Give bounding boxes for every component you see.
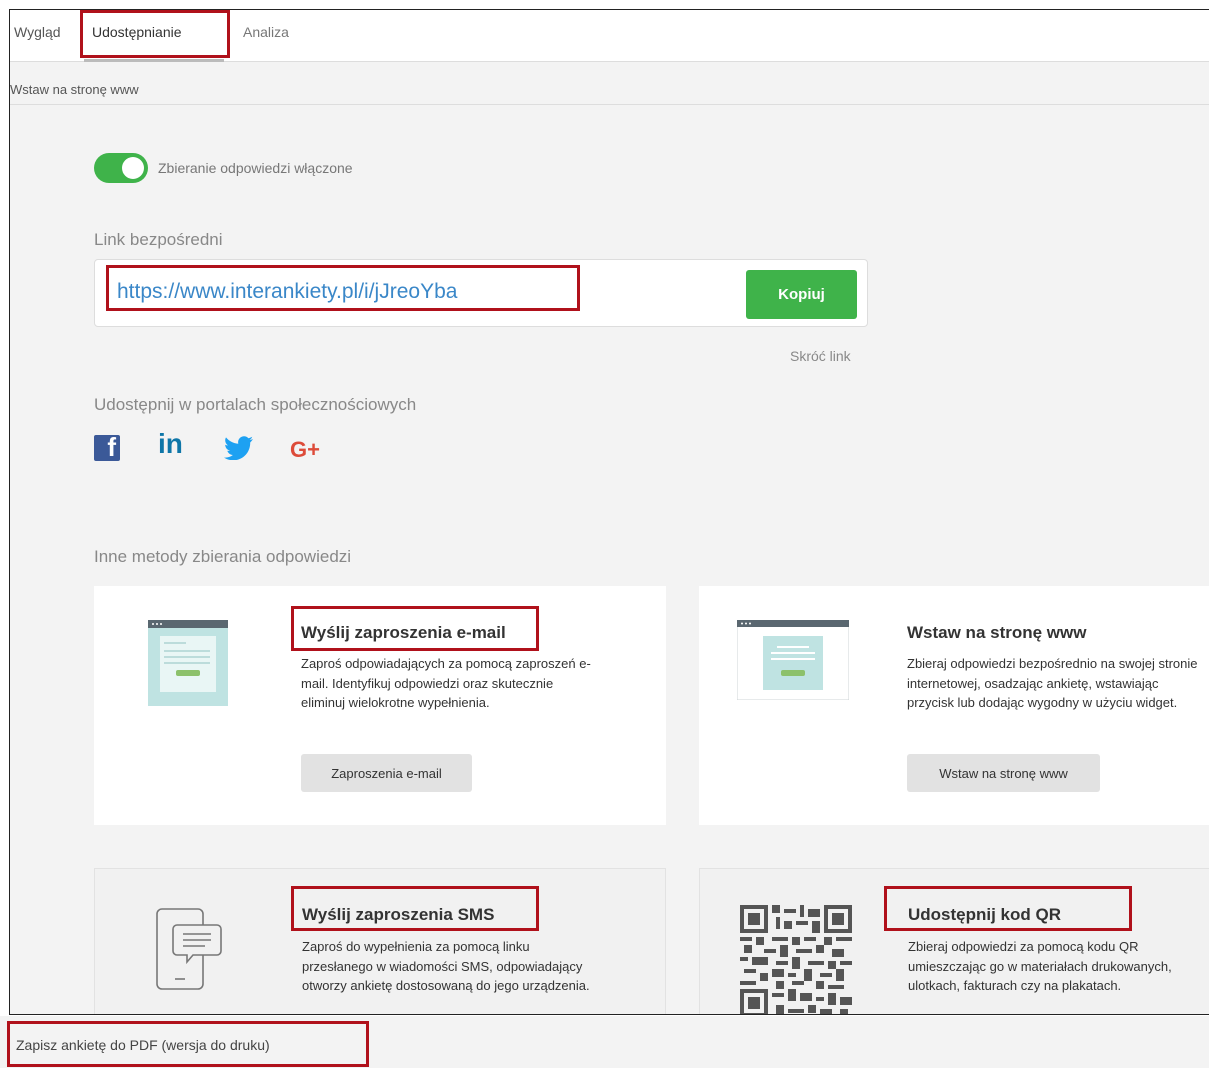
email-card-description: Zaproś odpowiadających za pomocą zaprosz… xyxy=(301,656,591,710)
email-card-title: Wyślij zaproszenia e-mail xyxy=(301,623,506,642)
direct-link-heading: Link bezpośredni xyxy=(94,230,223,249)
other-methods-heading: Inne metody zbierania odpowiedzi xyxy=(94,547,352,566)
tab-analiza[interactable]: Analiza xyxy=(243,24,289,40)
qr-card-description: Zbieraj odpowiedzi za pomocą kodu QR umi… xyxy=(908,939,1172,993)
toggle-knob xyxy=(122,157,144,179)
facebook-icon[interactable]: f xyxy=(94,432,120,462)
survey-url[interactable]: https://www.interankiety.pl/i/jJreoYba xyxy=(117,280,457,304)
sms-card-title: Wyślij zaproszenia SMS xyxy=(302,905,495,924)
twitter-icon[interactable] xyxy=(224,436,254,460)
sms-invitations-card: Wyślij zaproszenia SMS Zaproś do wypełni… xyxy=(94,868,666,1014)
copy-button[interactable]: Kopiuj xyxy=(746,270,857,319)
collect-responses-toggle[interactable] xyxy=(94,153,148,183)
sms-card-description: Zaproś do wypełnienia za pomocą linku pr… xyxy=(302,939,590,993)
email-invitations-button[interactable]: Zaproszenia e-mail xyxy=(301,754,472,792)
qr-card-title: Udostępnij kod QR xyxy=(908,905,1061,924)
embed-website-button[interactable]: Wstaw na stronę www xyxy=(907,754,1100,792)
social-heading: Udostępnij w portalach społecznościowych xyxy=(94,395,417,414)
embed-card-title: Wstaw na stronę www xyxy=(907,623,1087,642)
facebook-glyph: f xyxy=(107,432,116,462)
embed-card-description: Zbieraj odpowiedzi bezpośrednio na swoje… xyxy=(907,656,1198,710)
tab-udostepnianie[interactable]: Udostępnianie xyxy=(92,24,182,40)
direct-link-box: https://www.interankiety.pl/i/jJreoYba K… xyxy=(94,259,868,327)
save-pdf-link[interactable]: Zapisz ankietę do PDF (wersja do druku) xyxy=(16,1037,270,1053)
email-invitations-card: Wyślij zaproszenia e-mail Zaproś odpowia… xyxy=(94,586,666,825)
google-plus-icon[interactable]: G+ xyxy=(290,437,320,463)
embed-website-card: Wstaw na stronę www Zbieraj odpowiedzi b… xyxy=(699,586,1209,825)
subnav-item-embed[interactable]: Wstaw na stronę www xyxy=(10,82,139,97)
embed-illustration-icon xyxy=(737,620,849,700)
sub-navigation: Wstaw na stronę www xyxy=(10,63,1209,105)
tab-bar: Wygląd Udostępnianie Analiza xyxy=(10,10,1209,62)
tab-wyglad[interactable]: Wygląd xyxy=(14,24,61,40)
active-tab-indicator xyxy=(84,59,224,62)
qr-code-card: Udostępnij kod QR Zbieraj odpowiedzi za … xyxy=(699,868,1209,1014)
toggle-label: Zbieranie odpowiedzi włączone xyxy=(158,160,353,176)
bottom-bar: Zapisz ankietę do PDF (wersja do druku) xyxy=(0,1016,1209,1068)
sms-phone-icon xyxy=(156,908,222,990)
qr-code-icon xyxy=(740,905,852,1014)
email-illustration-icon xyxy=(148,620,228,706)
shorten-link[interactable]: Skróć link xyxy=(790,348,851,364)
sharing-panel: Wygląd Udostępnianie Analiza Wstaw na st… xyxy=(9,9,1209,1015)
linkedin-icon[interactable]: in xyxy=(158,428,183,460)
